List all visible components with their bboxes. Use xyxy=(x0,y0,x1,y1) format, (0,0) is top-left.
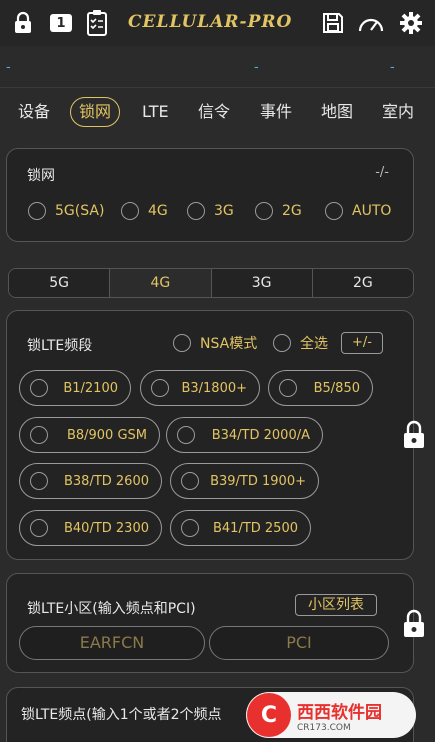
band-b34-label: B34/TD 2000/A xyxy=(211,427,310,443)
band-b39[interactable]: B39/TD 1900+ xyxy=(170,463,319,499)
segment-2g[interactable]: 2G xyxy=(312,269,413,297)
segment-5g[interactable]: 5G xyxy=(9,269,111,297)
speedometer-icon[interactable] xyxy=(356,8,386,38)
radio-nsa-mode[interactable]: NSA模式 xyxy=(173,333,257,353)
band-b40[interactable]: B40/TD 2300 xyxy=(19,510,162,546)
select-all-label: 全选 xyxy=(300,336,328,352)
lock-cell-icon[interactable] xyxy=(402,609,426,639)
tab-device[interactable]: 设备 xyxy=(10,96,58,128)
save-icon[interactable] xyxy=(318,8,348,38)
tab-events[interactable]: 事件 xyxy=(252,96,300,128)
band-b1-label: B1/2100 xyxy=(63,380,118,396)
radio-4g[interactable]: 4G xyxy=(121,202,168,220)
nsa-mode-label: NSA模式 xyxy=(200,336,258,352)
band-b41-label: B41/TD 2500 xyxy=(212,520,298,536)
tab-signaling[interactable]: 信令 xyxy=(190,96,238,128)
segment-3g[interactable]: 3G xyxy=(211,269,313,297)
toggle-bands-button[interactable]: +/- xyxy=(341,332,383,354)
watermark-main-text: 西西软件园 xyxy=(297,702,382,723)
band-b5[interactable]: B5/850 xyxy=(268,370,373,406)
top-bar: 1 CELLULAR-PRO xyxy=(0,0,435,46)
status-row: - - - xyxy=(0,46,435,88)
status-value-3: - xyxy=(390,60,395,75)
tab-map[interactable]: 地图 xyxy=(313,96,361,128)
band-b38[interactable]: B38/TD 2600 xyxy=(19,463,162,499)
earfcn-input[interactable]: EARFCN xyxy=(19,626,205,660)
radio-3g[interactable]: 3G xyxy=(187,202,234,220)
band-b40-label: B40/TD 2300 xyxy=(63,520,149,536)
band-b8-label: B8/900 GSM xyxy=(66,427,147,443)
band-b3-label: B3/1800+ xyxy=(181,380,247,396)
band-b3[interactable]: B3/1800+ xyxy=(140,370,260,406)
cell-list-button[interactable]: 小区列表 xyxy=(295,594,377,616)
band-b1[interactable]: B1/2100 xyxy=(19,370,131,406)
radio-4g-label: 4G xyxy=(148,203,168,219)
band-b38-label: B38/TD 2600 xyxy=(63,473,149,489)
watermark-badge: C 西西软件园 CR173.COM xyxy=(246,692,416,738)
app-title: CELLULAR-PRO xyxy=(128,12,293,32)
lock-band-icon[interactable] xyxy=(402,420,426,450)
clipboard-checklist-icon[interactable] xyxy=(82,8,112,38)
lte-band-card: 锁LTE频段 NSA模式 全选 +/- B1/2100 B3/1800+ B5/… xyxy=(6,310,414,560)
lte-cell-card: 锁LTE小区(输入频点和PCI) 小区列表 EARFCN PCI xyxy=(6,573,414,673)
radio-5g-sa[interactable]: 5G(SA) xyxy=(28,202,104,220)
lte-freq-title: 锁LTE频点(输入1个或者2个频点 xyxy=(21,707,222,723)
radio-2g-label: 2G xyxy=(282,203,302,219)
band-b34[interactable]: B34/TD 2000/A xyxy=(166,417,323,453)
tab-lock-network[interactable]: 锁网 xyxy=(70,97,121,127)
radio-auto-label: AUTO xyxy=(352,203,392,219)
lock-network-title: 锁网 xyxy=(27,168,55,184)
radio-2g[interactable]: 2G xyxy=(255,202,302,220)
main-tabs: 设备 锁网 LTE 信令 事件 地图 室内 xyxy=(0,92,435,132)
band-b5-label: B5/850 xyxy=(313,380,360,396)
watermark-sub-text: CR173.COM xyxy=(297,722,351,733)
tab-indoor[interactable]: 室内 xyxy=(374,96,422,128)
pci-input[interactable]: PCI xyxy=(209,626,389,660)
tab-lte[interactable]: LTE xyxy=(134,96,177,128)
lte-cell-title: 锁LTE小区(输入频点和PCI) xyxy=(27,601,196,617)
status-value-1: - xyxy=(6,60,11,75)
band-b8[interactable]: B8/900 GSM xyxy=(19,417,160,453)
radio-3g-label: 3G xyxy=(214,203,234,219)
sim-badge-number: 1 xyxy=(56,15,66,31)
lte-band-title: 锁LTE频段 xyxy=(27,338,93,354)
radio-auto[interactable]: AUTO xyxy=(325,202,391,220)
sim-badge-icon[interactable]: 1 xyxy=(46,8,76,38)
lock-network-value: -/- xyxy=(375,165,389,180)
band-b39-label: B39/TD 1900+ xyxy=(210,473,306,489)
watermark-logo: C xyxy=(247,693,291,737)
lock-network-card: 锁网 -/- 5G(SA) 4G 3G 2G AUTO xyxy=(6,148,414,242)
segment-4g[interactable]: 4G xyxy=(110,269,212,297)
radio-5g-sa-label: 5G(SA) xyxy=(55,203,105,219)
settings-gear-icon[interactable] xyxy=(396,8,426,38)
band-b41[interactable]: B41/TD 2500 xyxy=(170,510,311,546)
status-value-2: - xyxy=(254,60,259,75)
lock-icon[interactable] xyxy=(8,8,38,38)
radio-select-all[interactable]: 全选 xyxy=(273,333,328,353)
rat-segmented-control: 5G 4G 3G 2G xyxy=(8,268,414,298)
